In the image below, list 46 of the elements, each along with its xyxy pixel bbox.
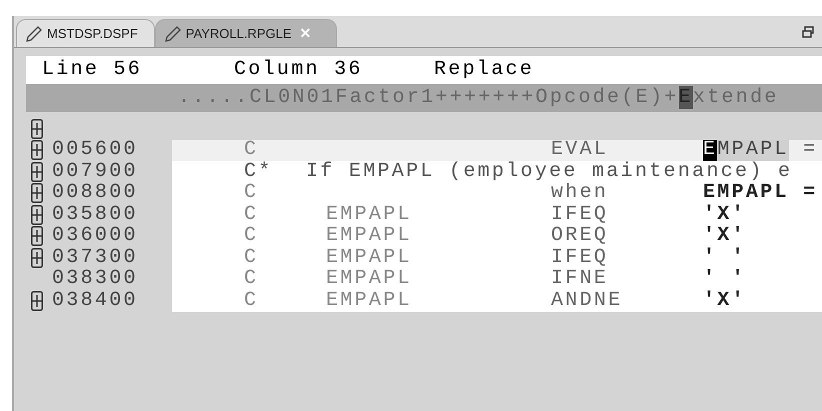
expand-icon[interactable] — [31, 183, 43, 204]
factor2-text: 'X' — [703, 226, 746, 247]
opcode-text: IFNE — [551, 268, 608, 290]
expand-icon[interactable] — [31, 118, 43, 139]
comment-text: If EMPAPL (employee maintenance) e — [306, 161, 792, 182]
editor-tab[interactable]: PAYROLL.RPGLE ✕ — [154, 19, 337, 47]
spec-code: C — [244, 290, 260, 312]
spec-code: C — [244, 182, 260, 204]
expand-icon[interactable] — [31, 226, 43, 246]
spec-code: C — [244, 204, 260, 226]
opcode-text: EVAL — [551, 140, 608, 161]
factor2-text: 'X' — [703, 204, 746, 226]
factor1-text: EMPAPL — [326, 290, 412, 312]
factor1-text: EMPAPL — [326, 226, 412, 247]
opcode-text: ANDNE — [551, 290, 623, 312]
factor2-text: EMPAPL = — [703, 182, 818, 204]
expand-icon[interactable] — [31, 248, 43, 268]
editor-tab[interactable]: MSTDSP.DSPF — [16, 19, 155, 47]
text-cursor: E — [703, 140, 718, 161]
pencil-icon — [25, 24, 43, 42]
factor2-text: 'X' — [703, 290, 746, 312]
factor2-text: ' ' — [703, 247, 746, 268]
opcode-text: IFEQ — [551, 247, 608, 268]
spec-code: C — [244, 140, 260, 161]
restore-icon[interactable] — [802, 26, 814, 38]
factor2-text: ' ' — [703, 268, 746, 290]
spec-code: C — [244, 226, 260, 247]
expand-icon[interactable] — [31, 140, 43, 160]
spec-code: C* — [244, 161, 274, 182]
opcode-text: when — [551, 182, 608, 204]
opcode-text: IFEQ — [551, 204, 608, 226]
expand-icon[interactable] — [31, 290, 43, 311]
factor1-text: EMPAPL — [326, 247, 412, 268]
line-status: Line 56 — [41, 57, 144, 83]
mode-status: Replace — [434, 57, 534, 83]
expand-icon[interactable] — [31, 204, 43, 225]
factor1-text: EMPAPL — [326, 268, 412, 290]
expand-icon[interactable] — [31, 162, 43, 182]
spec-code: C — [244, 268, 260, 290]
pencil-icon — [164, 24, 182, 42]
opcode-text: OREQ — [551, 226, 608, 247]
column-status: Column 36 — [234, 57, 364, 83]
factor1-text: EMPAPL — [326, 204, 412, 226]
spec-code: C — [244, 247, 260, 268]
tab-label: PAYROLL.RPGLE — [186, 24, 292, 43]
tab-label: MSTDSP.DSPF — [47, 24, 138, 43]
